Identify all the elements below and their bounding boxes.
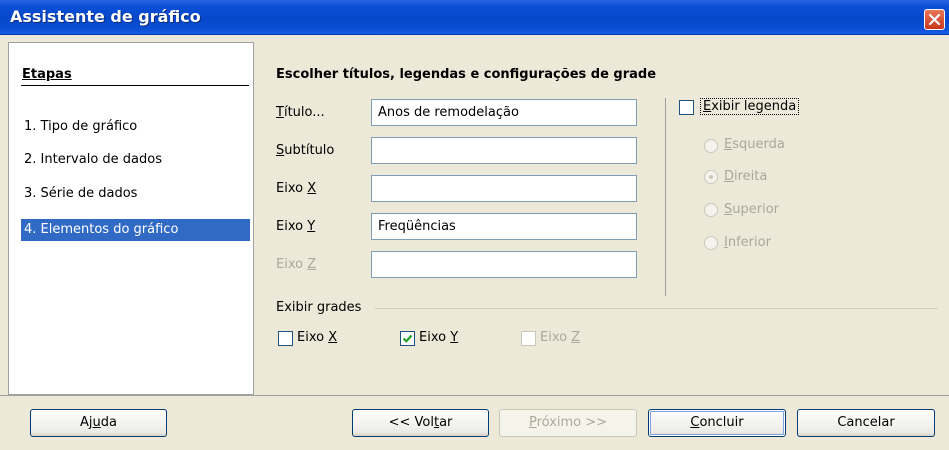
y-axis-input[interactable]: Freqüências [371,213,637,240]
title-label: Título... [276,105,325,120]
z-axis-label: Eixo Z [276,257,317,272]
x-axis-input[interactable] [371,175,637,202]
step-chart-elements[interactable]: 4. Elementos do gráfico [21,219,250,241]
z-axis-input [371,251,637,278]
steps-panel: Etapas 1. Tipo de gráfico 2. Intervalo d… [8,42,254,395]
grid-z-checkbox [521,331,536,346]
grid-z-label: Eixo Z [540,330,581,345]
window-title: Assistente de gráfico [10,7,201,26]
help-button[interactable]: Ajuda [30,409,167,437]
back-button[interactable]: << Voltar [352,409,489,437]
y-axis-label: Eixo Y [276,219,316,234]
grid-y-checkbox[interactable] [400,331,415,346]
next-button: Próximo >> [499,409,637,437]
grids-label: Exibir grades [276,300,362,315]
close-button[interactable] [924,9,945,30]
grid-x-checkbox[interactable] [278,331,293,346]
title-bar[interactable]: Assistente de gráfico [0,0,949,35]
cancel-button[interactable]: Cancelar [797,409,935,437]
grids-divider [375,308,938,309]
legend-top-radio[interactable] [704,203,718,217]
x-axis-label: Eixo X [276,181,317,196]
footer-divider [0,395,949,396]
chart-wizard-dialog: Assistente de gráfico Etapas 1. Tipo de … [0,0,949,450]
vertical-separator [665,98,666,296]
legend-left-label: Esquerda [724,137,785,152]
legend-top-label: Superior [724,202,780,217]
grid-x-label: Eixo X [297,330,338,345]
subtitle-input[interactable] [371,137,637,164]
legend-right-label: Direita [724,169,768,184]
legend-left-radio[interactable] [704,139,718,153]
grid-y-label: Eixo Y [419,330,459,345]
legend-bottom-label: Inferior [724,235,771,250]
step-data-series[interactable]: 3. Série de dados [21,183,250,205]
steps-header: Etapas [22,67,72,82]
step-data-range[interactable]: 2. Intervalo de dados [21,149,250,171]
title-input[interactable]: Anos de remodelação [371,99,637,126]
show-legend-checkbox[interactable] [679,100,694,115]
legend-bottom-radio[interactable] [704,236,718,250]
steps-divider [21,85,249,86]
legend-right-radio[interactable] [704,170,718,184]
show-legend-label: Exibir legenda [700,98,800,115]
subtitle-label: Subtítulo [276,143,335,158]
radio-selected-dot [709,175,713,179]
section-title: Escolher títulos, legendas e configuraçõ… [276,67,657,82]
finish-button[interactable]: Concluir [648,409,786,437]
step-chart-type[interactable]: 1. Tipo de gráfico [21,116,250,138]
